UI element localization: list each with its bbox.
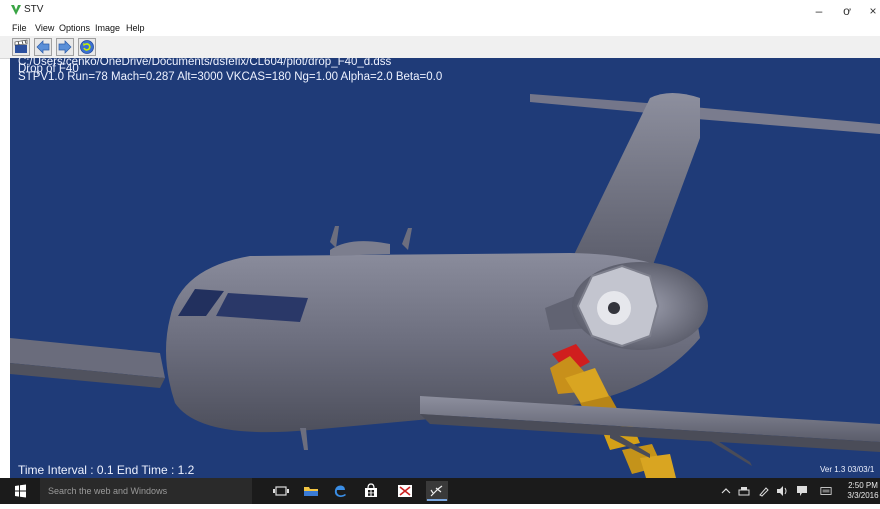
window-title: STV [24, 4, 44, 15]
taskbar-clock[interactable]: 2:50 PM 3/3/2016 [846, 481, 880, 501]
store-icon[interactable] [360, 481, 382, 501]
antenna [402, 228, 412, 250]
film-clapper-button[interactable] [12, 38, 30, 56]
menu-image[interactable]: Image [95, 23, 120, 33]
back-button[interactable] [34, 38, 52, 56]
pen-icon[interactable] [758, 485, 770, 497]
forward-button[interactable] [56, 38, 74, 56]
taskbar-search-input[interactable]: Search the web and Windows [40, 478, 252, 504]
menu-file[interactable]: File [12, 23, 27, 33]
arrow-right-icon [58, 40, 72, 54]
network-icon[interactable] [738, 485, 750, 497]
version-label: Ver 1.3 03/03/1 [820, 465, 875, 474]
file-explorer-icon[interactable] [300, 481, 322, 501]
menu-options[interactable]: Options [59, 23, 90, 33]
volume-icon[interactable] [776, 485, 788, 497]
app-logo-icon [11, 5, 21, 15]
chevron-up-icon[interactable] [720, 485, 732, 497]
windows-logo-icon [15, 484, 26, 498]
arrow-left-icon [36, 40, 50, 54]
time-info-label: Time Interval : 0.1 End Time : 1.2 [18, 463, 195, 477]
engine-hub [608, 302, 620, 314]
refresh-button[interactable] [78, 38, 96, 56]
render-viewport[interactable]: C:/Users/cenko/OneDrive/Documents/dsfefi… [10, 58, 880, 478]
os-taskbar: Search the web and Windows 2:50 PM 3/3/2… [0, 478, 880, 504]
maximize-button[interactable]: ơ [834, 2, 860, 20]
toolbar [0, 36, 880, 59]
edge-icon[interactable] [330, 481, 352, 501]
stv-icon[interactable] [426, 481, 448, 501]
start-button[interactable] [0, 478, 40, 504]
minimize-button[interactable]: – [806, 2, 832, 20]
vertical-tail [570, 93, 700, 273]
task-view-icon[interactable] [270, 481, 292, 501]
run-status-label: STPV1.0 Run=78 Mach=0.287 Alt=3000 VKCAS… [18, 71, 443, 83]
dorsal-fairing [330, 241, 390, 256]
app-icon[interactable] [394, 481, 416, 501]
menu-help[interactable]: Help [126, 23, 145, 33]
title-bar: STV – ơ × [0, 0, 880, 22]
clock-time: 2:50 PM [848, 481, 878, 490]
menu-view[interactable]: View [35, 23, 54, 33]
belly-antenna [300, 428, 308, 450]
keyboard-icon[interactable] [820, 485, 832, 497]
refresh-icon [80, 40, 94, 54]
menu-bar: File View Options Image Help [0, 22, 880, 36]
antenna [330, 226, 339, 248]
film-clapper-icon [14, 39, 28, 53]
aircraft-scene [10, 93, 880, 478]
clock-date: 3/3/2016 [847, 491, 879, 500]
close-button[interactable]: × [860, 2, 880, 20]
horizontal-stabilizer-left [530, 94, 660, 114]
notification-icon[interactable] [796, 485, 808, 497]
